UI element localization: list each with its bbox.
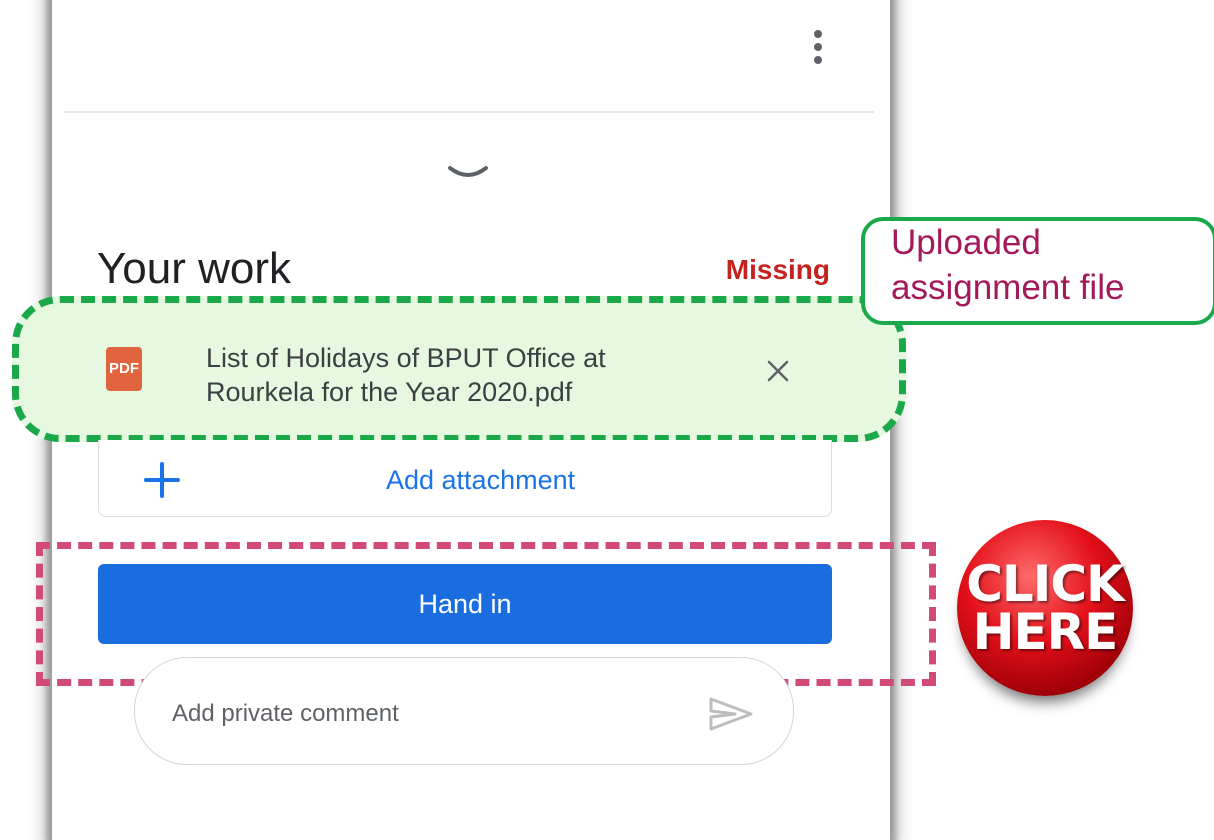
callout-text: Uploaded assignment file [891, 220, 1191, 310]
chevron-down-icon[interactable] [446, 160, 490, 186]
file-name-line-2: Rourkela for the Year 2020.pdf [206, 377, 573, 407]
more-vert-icon[interactable] [808, 30, 828, 70]
attachment-file-name[interactable]: List of Holidays of BPUT Office at Rourk… [206, 341, 726, 409]
click-here-line-1: CLICK [966, 555, 1125, 613]
click-here-line-2: HERE [972, 603, 1119, 661]
plus-icon [144, 462, 180, 498]
close-icon[interactable] [764, 357, 792, 385]
header-divider [64, 111, 874, 113]
pdf-file-icon: PDF [106, 347, 142, 391]
missing-status-badge: Missing [725, 254, 830, 285]
click-here-badge: CLICK HERE [957, 520, 1133, 696]
private-comment-placeholder: Add private comment [172, 700, 399, 727]
your-work-title: Your work [97, 244, 292, 293]
callout-line-2: assignment file [891, 268, 1125, 307]
file-name-line-1: List of Holidays of BPUT Office at [206, 343, 606, 373]
send-icon[interactable] [707, 695, 755, 733]
hand-in-button[interactable]: Hand in [98, 564, 832, 644]
callout-line-1: Uploaded [891, 223, 1041, 262]
add-attachment-label: Add attachment [386, 465, 576, 495]
